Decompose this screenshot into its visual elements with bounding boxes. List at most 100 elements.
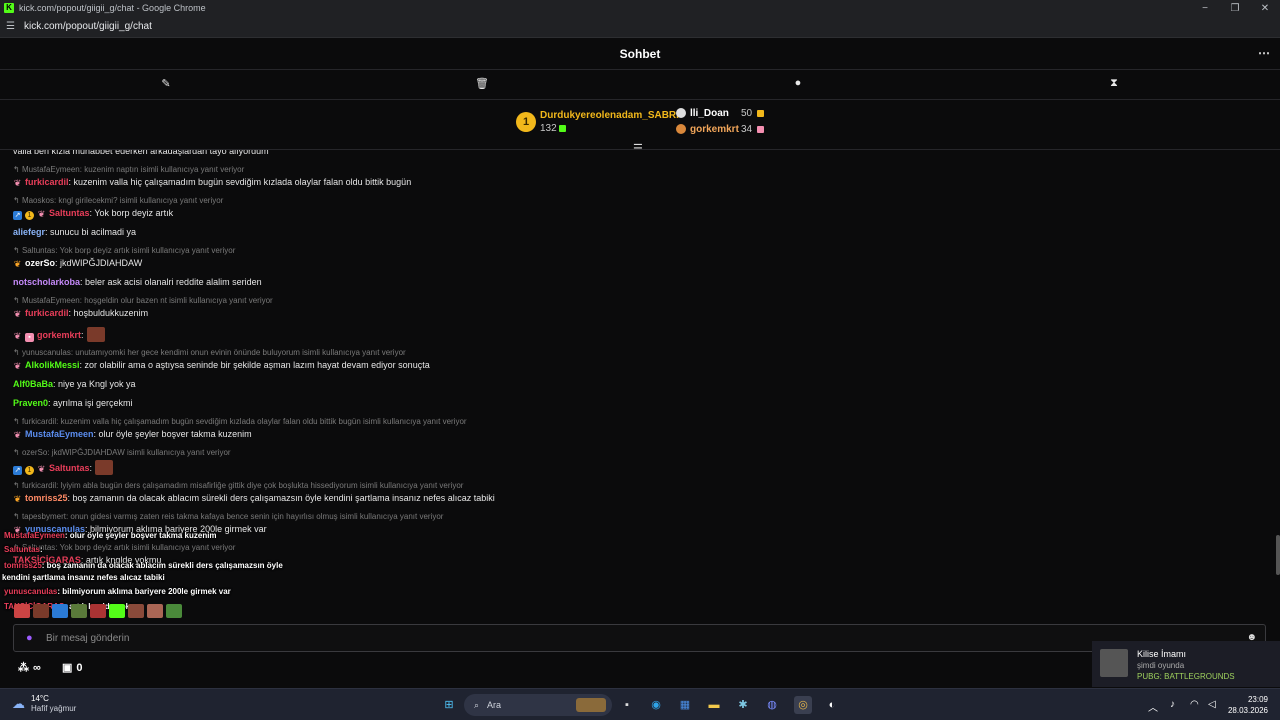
weather-temp: 14°C [31, 694, 49, 703]
chat-input-placeholder[interactable]: Bir mesaj gönderin [46, 633, 129, 644]
emote[interactable] [71, 604, 87, 618]
windows-taskbar: ☁ 14°C Hafif yağmur ⊞ ⌕ Ara ▪ ◉ ▦ ▬ ✱ ◍ … [0, 688, 1280, 720]
slow-mode-hourglass-icon[interactable]: ⧗ [1106, 77, 1122, 93]
task-view-icon[interactable]: ▪ [618, 696, 636, 714]
store-icon[interactable]: ▦ [676, 696, 694, 714]
message-username[interactable]: Alf0BaBa [13, 379, 53, 389]
message-text: : hoşbuldukkuzenim [68, 308, 149, 318]
chat-scrollbar[interactable] [1276, 535, 1280, 575]
close-button[interactable]: ✕ [1250, 0, 1280, 16]
gifter-badge-icon[interactable]: ▪ [25, 333, 34, 342]
butterfly-badge-icon[interactable]: ❦ [13, 431, 22, 440]
message-username[interactable]: ozerSo [25, 258, 55, 268]
microphone-icon[interactable]: ● [26, 632, 36, 644]
butterfly-badge-icon[interactable]: ❦ [13, 362, 22, 371]
emote[interactable] [166, 604, 182, 618]
butterfly-badge-icon[interactable]: ❦ [37, 465, 46, 474]
message-username[interactable]: gorkemkrt [37, 330, 81, 340]
windows-start-icon[interactable]: ⊞ [440, 696, 458, 714]
message-text: : jkdWIPĞJDIAHDAW [55, 258, 143, 268]
steam-icon[interactable]: ◐ [823, 696, 841, 714]
edge-icon[interactable]: ◉ [647, 696, 665, 714]
file-explorer-icon[interactable]: ▬ [705, 696, 723, 714]
chat-header: Sohbet ⋯ [0, 38, 1280, 70]
settings-gear-icon[interactable]: ✱ [734, 696, 752, 714]
weather-widget[interactable]: ☁ 14°C Hafif yağmur [12, 694, 76, 714]
butterfly-badge-icon[interactable]: ❦ [13, 495, 22, 504]
gift-icon [757, 126, 764, 133]
gold-badge-icon[interactable]: 1 [25, 466, 34, 475]
gold-badge-icon[interactable]: 1 [25, 211, 34, 220]
system-clock[interactable]: 23:09 28.03.2026 [1228, 694, 1268, 716]
game-notification[interactable]: Kilise İmamı şimdi oyunda PUBG: BATTLEGR… [1092, 641, 1280, 687]
avatar [1100, 649, 1128, 677]
points-display[interactable]: ⁂ ∞ [18, 661, 41, 675]
og-badge-icon[interactable]: ↗ [13, 211, 22, 220]
message-username[interactable]: AlkolikMessi [25, 360, 80, 370]
chat-message: ❦ furkicardil: kuzenim valla hiç çalışama… [13, 177, 411, 188]
chat-message: ❦ ▪ gorkemkrt: [13, 327, 105, 342]
message-username[interactable]: furkicardil [25, 308, 69, 318]
message-username[interactable]: MustafaEymeen [25, 429, 94, 439]
og-badge-icon[interactable]: ↗ [13, 466, 22, 475]
gift-display[interactable]: ▣ 0 [62, 661, 83, 675]
emote[interactable] [14, 604, 30, 618]
message-username[interactable]: furkicardil [25, 177, 69, 187]
pin-tool-icon[interactable]: ✎ [158, 77, 174, 93]
volume-icon[interactable]: ◁ [1208, 699, 1216, 710]
gift-icon [757, 110, 764, 117]
taskbar-search[interactable]: ⌕ Ara [464, 694, 612, 716]
mic-tray-icon[interactable]: ♪ [1170, 699, 1175, 710]
emote[interactable] [90, 604, 106, 618]
wifi-icon[interactable]: ◠ [1190, 699, 1199, 710]
chat-message: aliefegr: sunucu bi acilmadi ya [13, 227, 136, 237]
emote[interactable] [52, 604, 68, 618]
butterfly-badge-icon[interactable]: ❦ [13, 310, 22, 319]
butterfly-badge-icon[interactable]: ❦ [13, 332, 22, 341]
url-text[interactable]: kick.com/popout/giigii_g/chat [24, 21, 152, 32]
message-username[interactable]: aliefegr [13, 227, 45, 237]
discord-icon[interactable]: ◍ [763, 696, 781, 714]
message-username[interactable]: Praven0 [13, 398, 48, 408]
restore-button[interactable]: ❐ [1220, 0, 1250, 16]
chrome-icon[interactable]: ◎ [794, 696, 812, 714]
chat-input[interactable]: ● Bir mesaj gönderin ☻ [13, 624, 1266, 652]
reply-icon: ↰ [13, 165, 22, 174]
leader-third-count: 34 [741, 124, 753, 135]
butterfly-badge-icon[interactable]: ❦ [37, 210, 46, 219]
address-bar[interactable]: ☰ kick.com/popout/giigii_g/chat [0, 16, 1280, 38]
leader-first-name[interactable]: Durdukyereolenadam_SABRI [540, 110, 679, 121]
minimize-button[interactable]: − [1190, 0, 1220, 16]
emote[interactable] [95, 460, 114, 475]
chat-bubble-tool-icon[interactable]: ● [790, 77, 806, 93]
butterfly-badge-icon[interactable]: ❦ [13, 260, 22, 269]
chat-message: Praven0: ayrılma işi gerçekmi [13, 398, 133, 408]
message-username[interactable]: Saltuntas [49, 208, 90, 218]
site-settings-icon[interactable]: ☰ [6, 21, 20, 32]
emote[interactable] [109, 604, 125, 618]
chat-messages[interactable]: valla ben kızla muhabbet ederken arkadaş… [0, 150, 1275, 620]
message-username[interactable]: Saltuntas [49, 463, 90, 473]
rain-cloud-icon: ☁ [12, 696, 25, 711]
reply-context: ↰ Saltuntas: Yok borp deyiz artık isimli… [13, 246, 235, 255]
taskbar-search-label[interactable]: Ara [487, 700, 501, 710]
leader-third-name[interactable]: gorkemkrt [690, 124, 739, 135]
more-menu-icon[interactable]: ⋯ [1258, 46, 1270, 60]
emote[interactable] [86, 327, 105, 342]
emote[interactable] [147, 604, 163, 618]
leader-second-name[interactable]: lli_Doan [690, 108, 729, 119]
message-username[interactable]: tomriss25 [25, 493, 68, 503]
reply-text: furkicardil: lyiyim abla bugün ders çalı… [21, 481, 464, 490]
delete-tool-icon[interactable]: 🗑 [474, 77, 490, 93]
clock-time: 23:09 [1247, 695, 1268, 704]
reply-text: MustafaEymeen: hoşgeldin olur bazen nt i… [21, 296, 273, 305]
message-text: : boş zamanın da olacak ablacım sürekli … [67, 493, 495, 503]
butterfly-badge-icon[interactable]: ❦ [13, 179, 22, 188]
tray-chevron-icon[interactable]: ︿ [1148, 699, 1158, 714]
message-username[interactable]: notscholarkoba [13, 277, 80, 287]
emote[interactable] [128, 604, 144, 618]
gift-icon [559, 125, 566, 132]
search-icon: ⌕ [474, 699, 480, 710]
emote[interactable] [33, 604, 49, 618]
reply-context: ↰ furkicardil: kuzenim valla hiç çalışam… [13, 417, 467, 426]
